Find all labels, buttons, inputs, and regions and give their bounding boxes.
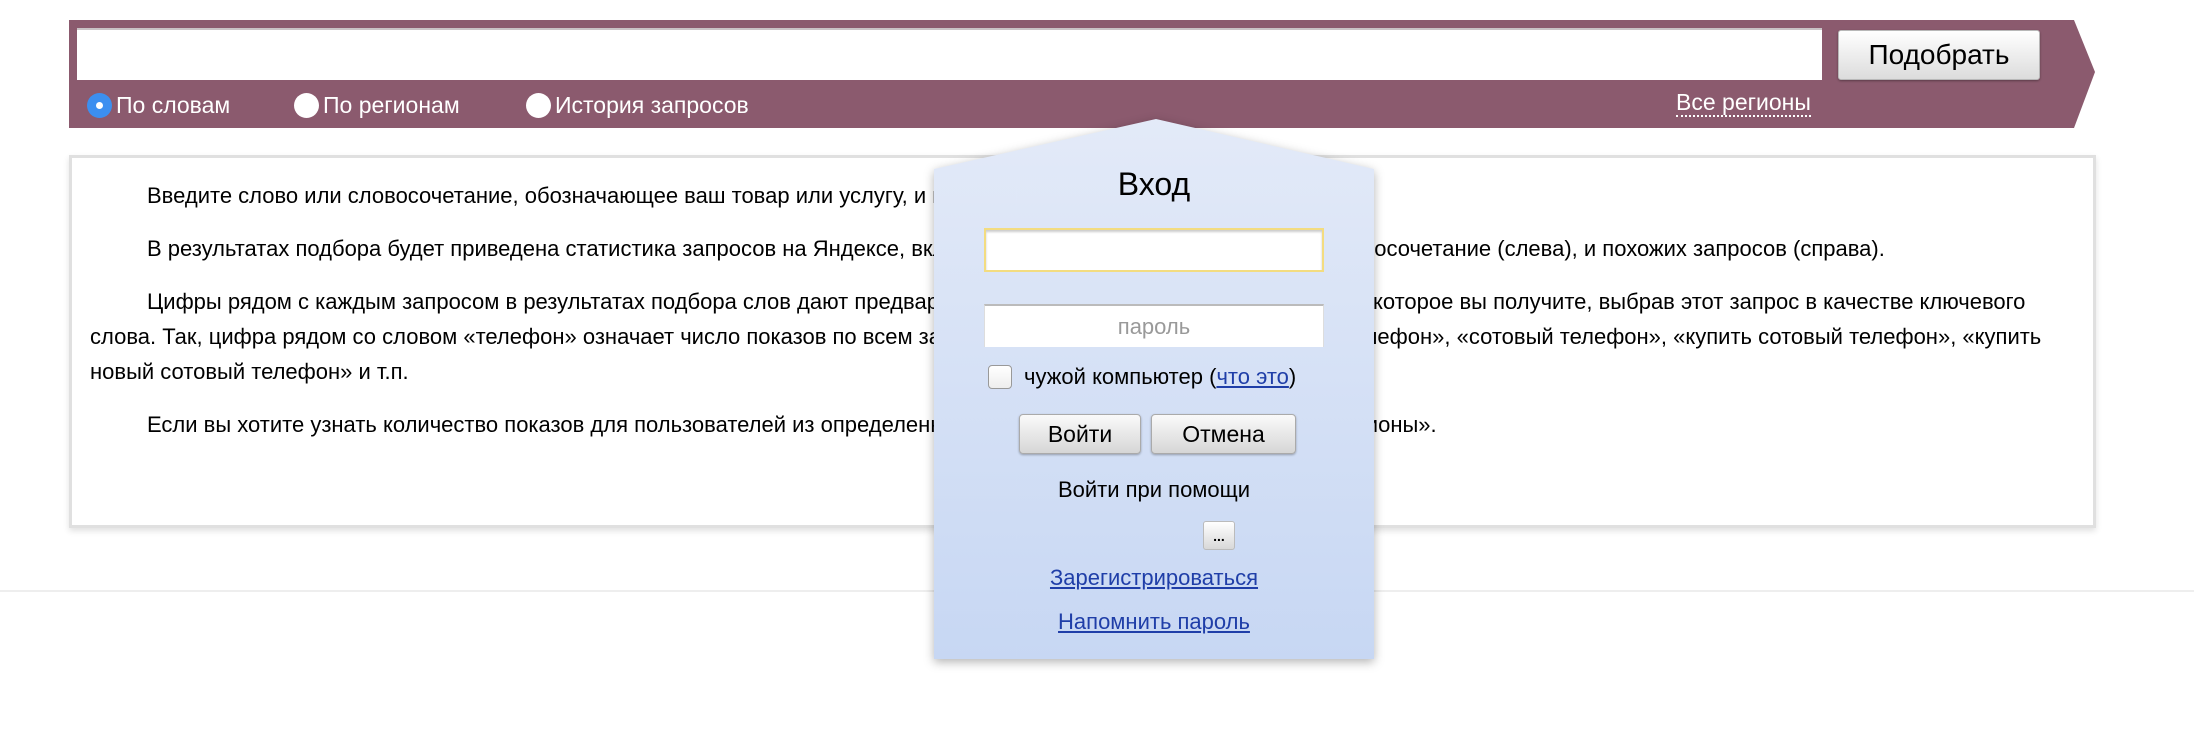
submit-button[interactable]: Подобрать	[1838, 30, 2040, 80]
foreign-computer-checkbox[interactable]	[988, 365, 1012, 389]
radio-label: По регионам	[323, 91, 460, 118]
foreign-computer-label: чужой компьютер (	[1024, 364, 1217, 389]
all-regions-link[interactable]: Все регионы	[1676, 89, 1811, 117]
what-is-it-link[interactable]: что это	[1216, 364, 1288, 390]
radio-icon	[526, 92, 551, 118]
search-input[interactable]	[77, 28, 1822, 80]
close-paren: )	[1288, 364, 1297, 389]
login-popup: Вход чужой компьютер (что это) Войти Отм…	[934, 119, 1374, 659]
radio-label: По словам	[116, 91, 231, 118]
password-input[interactable]	[984, 304, 1324, 347]
radio-by-regions[interactable]: По регионам	[294, 90, 460, 120]
login-title: Вход	[1117, 166, 1191, 202]
register-row: Зарегистрироваться	[934, 565, 1374, 591]
login-input[interactable]	[984, 228, 1324, 272]
radio-icon	[294, 92, 319, 118]
register-link[interactable]: Зарегистрироваться	[1050, 565, 1258, 590]
radio-label: История запросов	[555, 91, 749, 118]
radio-by-words[interactable]: По словам	[87, 90, 230, 120]
login-button[interactable]: Войти	[1019, 414, 1141, 454]
remind-row: Напомнить пароль	[934, 609, 1374, 635]
radio-history[interactable]: История запросов	[526, 90, 749, 120]
login-via-label: Войти при помощи	[1057, 477, 1251, 502]
cancel-button[interactable]: Отмена	[1151, 414, 1296, 454]
foreign-computer-row: чужой компьютер (что это)	[988, 364, 1296, 390]
remind-password-link[interactable]: Напомнить пароль	[1058, 609, 1250, 634]
radio-selected-icon	[87, 92, 112, 118]
more-providers-button[interactable]: ...	[1203, 521, 1235, 550]
